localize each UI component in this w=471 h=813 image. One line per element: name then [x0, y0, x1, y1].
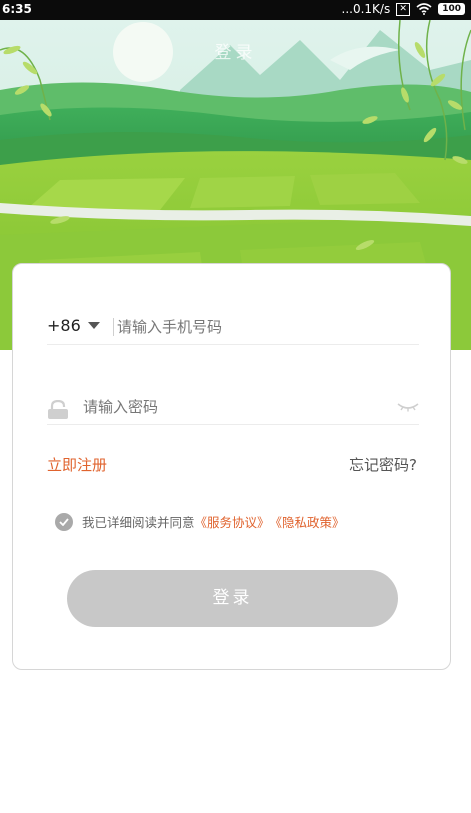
- password-input[interactable]: [83, 396, 383, 418]
- eye-closed-icon[interactable]: [397, 402, 419, 412]
- page-title: 登录: [214, 43, 257, 63]
- checkbox-icon[interactable]: [55, 512, 73, 531]
- lock-icon: [48, 400, 68, 419]
- field-divider: [113, 318, 114, 336]
- status-icons: ...0.1K/s ✕ 100: [341, 2, 465, 16]
- status-time: 6:35: [2, 2, 32, 16]
- forgot-password-link[interactable]: 忘记密码?: [349, 454, 417, 475]
- battery-icon: 100: [438, 3, 465, 15]
- country-code-select[interactable]: +86: [47, 316, 100, 335]
- service-agreement-link[interactable]: 《服务协议》: [195, 512, 270, 531]
- phone-input[interactable]: [117, 316, 377, 338]
- phone-row: +86: [47, 312, 419, 345]
- network-speed: ...0.1K/s: [341, 2, 391, 16]
- agreement-row: 我已详细阅读并同意 《服务协议》 《隐私政策》: [55, 512, 345, 531]
- agreement-text: 我已详细阅读并同意: [82, 515, 195, 530]
- status-bar: 6:35 ...0.1K/s ✕ 100: [0, 0, 471, 20]
- login-button[interactable]: 登录: [67, 570, 398, 627]
- password-row: [47, 392, 419, 425]
- no-sim-icon: ✕: [396, 2, 411, 16]
- privacy-policy-link[interactable]: 《隐私政策》: [270, 512, 345, 531]
- country-code: +86: [47, 316, 81, 335]
- register-link[interactable]: 立即注册: [47, 454, 107, 475]
- wifi-icon: [416, 3, 432, 15]
- login-card: +86 立即注册 忘记密码? 我已详细阅读并同意 《服务协议》 《隐私政策》 登…: [12, 263, 451, 670]
- caret-down-icon: [87, 322, 100, 329]
